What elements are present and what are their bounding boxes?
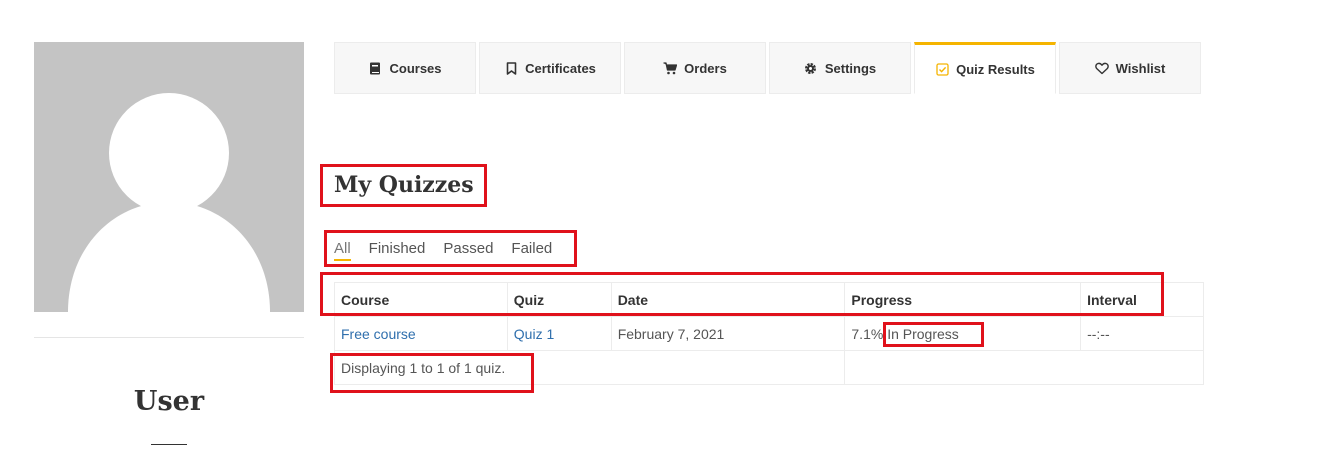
profile-username: User: [133, 386, 205, 417]
avatar: [34, 42, 304, 312]
tab-label: Wishlist: [1115, 60, 1166, 76]
column-header-quiz: Quiz: [506, 282, 612, 317]
quiz-link[interactable]: Quiz 1: [514, 326, 554, 342]
tab-orders[interactable]: Orders: [624, 42, 766, 94]
column-header-date: Date: [610, 282, 846, 317]
interval-cell: --:--: [1080, 316, 1204, 351]
heart-icon: [1094, 61, 1109, 75]
gear-icon: [804, 61, 818, 75]
profile-tabs: Courses Certificates Orders Settings Qui…: [334, 42, 1204, 94]
filter-all[interactable]: All: [334, 240, 351, 261]
quiz-filters: All Finished Passed Failed: [334, 240, 570, 261]
tab-courses[interactable]: Courses: [334, 42, 476, 94]
progress-percent: 7.1%: [851, 325, 884, 342]
bookmark-icon: [504, 61, 518, 75]
course-link[interactable]: Free course: [341, 326, 416, 342]
progress-cell: 7.1% In Progress: [844, 316, 1082, 351]
cart-icon: [663, 61, 678, 75]
filter-finished[interactable]: Finished: [369, 240, 426, 261]
tab-label: Orders: [684, 60, 727, 76]
table-row: Free course Quiz 1 February 7, 2021 7.1%…: [334, 316, 1204, 351]
column-header-course: Course: [334, 282, 508, 317]
book-icon: [368, 61, 382, 75]
filter-failed[interactable]: Failed: [511, 240, 552, 261]
tab-certificates[interactable]: Certificates: [479, 42, 621, 94]
profile-divider: [34, 337, 304, 338]
tab-wishlist[interactable]: Wishlist: [1059, 42, 1201, 94]
pagination-summary: Displaying 1 to 1 of 1 quiz.: [333, 350, 846, 385]
tab-label: Quiz Results: [956, 61, 1035, 77]
table-header-row: Course Quiz Date Progress Interval: [334, 282, 1204, 317]
tab-quiz-results[interactable]: Quiz Results: [914, 42, 1056, 94]
table-footer-empty: [844, 350, 1204, 385]
username-underline: [151, 444, 187, 445]
course-cell: Free course: [334, 316, 508, 351]
column-header-interval: Interval: [1080, 282, 1204, 317]
default-avatar-icon: [68, 93, 270, 312]
quiz-results-table: Course Quiz Date Progress Interval Free …: [333, 282, 1204, 385]
tab-label: Courses: [389, 60, 442, 76]
tab-label: Settings: [824, 60, 877, 76]
page-title: My Quizzes: [334, 172, 474, 198]
filter-passed[interactable]: Passed: [443, 240, 493, 261]
quiz-cell: Quiz 1: [506, 316, 612, 351]
progress-status: In Progress: [887, 325, 959, 342]
column-header-progress: Progress: [844, 282, 1082, 317]
date-cell: February 7, 2021: [610, 316, 846, 351]
table-footer-row: Displaying 1 to 1 of 1 quiz.: [333, 350, 1204, 385]
tab-label: Certificates: [525, 60, 596, 76]
checkbox-icon: [935, 62, 949, 76]
tab-settings[interactable]: Settings: [769, 42, 911, 94]
